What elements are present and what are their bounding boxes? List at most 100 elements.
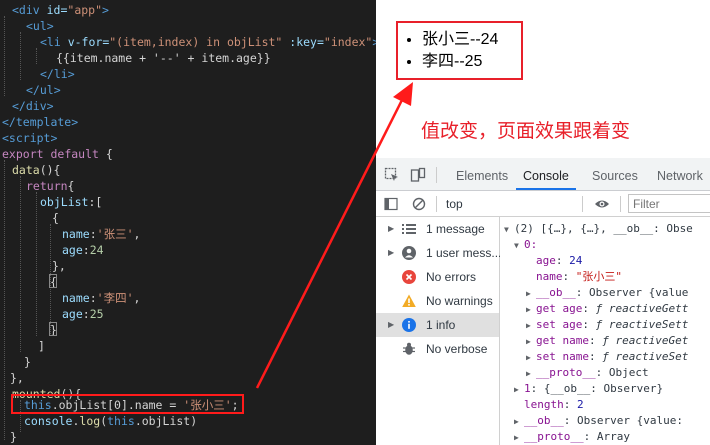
tab-console[interactable]: Console: [516, 158, 576, 190]
code-line-10: export default {: [2, 147, 113, 161]
code-line-15: name:'张三',: [62, 227, 141, 241]
expand-arrow-icon: ▶: [388, 248, 395, 257]
bug-icon: [403, 342, 415, 355]
code-line-9: <script>: [2, 131, 58, 145]
code-line-20: age:25: [62, 307, 104, 321]
sidebar-item-label: 1 info: [426, 318, 456, 332]
sidebar-item-user-messages[interactable]: ▶ 1 user mess...: [376, 241, 502, 265]
list-icon: [402, 224, 416, 234]
highlight-box: [11, 394, 244, 414]
console-line[interactable]: ▶ __ob__: Observer {value:: [514, 413, 683, 429]
indent-guide: [4, 16, 5, 96]
indent-guide: [36, 192, 37, 336]
console-sidebar: ▶ 1 message ▶ 1 user mess... No errors N…: [376, 217, 502, 445]
devtools-panel: Elements Console Sources Network top ▶: [376, 158, 710, 445]
device-toolbar-icon[interactable]: [410, 167, 426, 183]
list-item: 李四--25: [422, 51, 521, 73]
collapsed-arrow-icon[interactable]: ▶: [526, 286, 536, 302]
sidebar-item-info[interactable]: ▶ 1 info: [376, 313, 499, 337]
error-icon: [402, 270, 416, 284]
console-filterbar: top: [376, 191, 710, 217]
collapsed-arrow-icon[interactable]: ▶: [514, 382, 524, 398]
code-line-12: return{: [26, 179, 75, 193]
console-line[interactable]: ▶ set name: ƒ reactiveSet: [526, 349, 688, 365]
console-line[interactable]: ▶ __ob__: Observer {value: [526, 285, 688, 301]
code-line-24: },: [10, 371, 24, 385]
console-output[interactable]: ▼ (2) [{…}, {…}, __ob__: Obse ▼ 0: age: 24…: [500, 217, 710, 445]
warning-icon: [402, 294, 416, 307]
tab-network[interactable]: Network: [657, 158, 703, 190]
sidebar-item-label: 1 user mess...: [426, 246, 502, 260]
sidebar-item-messages[interactable]: ▶ 1 message: [376, 217, 499, 241]
inspect-element-icon[interactable]: [384, 167, 400, 183]
collapsed-arrow-icon[interactable]: ▶: [526, 366, 536, 382]
sidebar-item-label: 1 message: [426, 222, 485, 236]
info-icon: [402, 318, 416, 332]
code-line-28: }: [10, 430, 17, 444]
console-line: name: "张小三": [536, 270, 622, 283]
expand-arrow-icon: ▶: [388, 320, 395, 329]
toolbar-divider: [436, 167, 437, 183]
code-line-23: }: [24, 355, 31, 369]
tab-elements[interactable]: Elements: [456, 158, 508, 190]
code-line-4: {{item.name + '--' + item.age}}: [56, 51, 271, 65]
rendered-page: 张小三--24 李四--25 值改变，页面效果跟着变: [376, 0, 710, 158]
console-line[interactable]: ▶ __proto__: Array: [514, 429, 630, 445]
console-line[interactable]: ▶ set age: ƒ reactiveSett: [526, 317, 688, 333]
console-line[interactable]: ▶ __proto__: Object: [526, 365, 649, 381]
code-line-5: </li>: [40, 67, 75, 81]
devtools-tabbar: Elements Console Sources Network: [376, 158, 710, 191]
indent-guide: [20, 176, 21, 352]
list-item: 张小三--24: [422, 29, 521, 51]
code-line-17: },: [52, 259, 66, 273]
collapsed-arrow-icon[interactable]: ▶: [526, 318, 536, 334]
collapsed-arrow-icon[interactable]: ▶: [514, 430, 524, 445]
user-icon: [402, 246, 416, 260]
toolbar-divider: [582, 196, 583, 212]
collapsed-arrow-icon[interactable]: ▶: [526, 302, 536, 318]
code-editor[interactable]: <div id="app"> <ul> <li v-for="(item,ind…: [0, 0, 376, 445]
console-line[interactable]: ▼ 0:: [514, 237, 537, 253]
sidebar-toggle-icon[interactable]: [384, 197, 398, 211]
bracket-match-marker: [49, 322, 57, 336]
code-line-7: </div>: [12, 99, 54, 113]
sidebar-item-warnings[interactable]: No warnings: [376, 289, 499, 313]
console-line: age: 24: [536, 254, 583, 267]
rendered-list: 张小三--24 李四--25: [398, 23, 521, 73]
console-line[interactable]: ▶ 1: {__ob__: Observer}: [514, 381, 663, 397]
eye-icon[interactable]: [594, 197, 610, 211]
indent-guide: [20, 32, 21, 80]
expanded-arrow-icon[interactable]: ▼: [514, 238, 524, 254]
console-line[interactable]: ▶ get age: ƒ reactiveGett: [526, 301, 688, 317]
rendered-list-box: 张小三--24 李四--25: [396, 21, 523, 80]
sidebar-item-label: No warnings: [426, 294, 493, 308]
sidebar-item-label: No verbose: [426, 342, 488, 356]
bracket-match-marker: [49, 274, 57, 288]
toolbar-divider: [620, 196, 621, 212]
filter-input[interactable]: [628, 194, 710, 213]
code-line-27: console.log(this.objList): [24, 414, 198, 428]
code-line-3: <li v-for="(item,index) in objList" :key…: [40, 35, 376, 49]
code-line-13: objList:[: [40, 195, 103, 209]
indent-guide: [4, 160, 5, 440]
console-line[interactable]: ▼ (2) [{…}, {…}, __ob__: Obse: [504, 221, 693, 237]
sidebar-item-errors[interactable]: No errors: [376, 265, 499, 289]
collapsed-arrow-icon[interactable]: ▶: [526, 334, 536, 350]
clear-console-icon[interactable]: [412, 197, 426, 211]
code-line-19: name:'李四',: [62, 291, 141, 305]
expanded-arrow-icon[interactable]: ▼: [504, 222, 514, 238]
console-line[interactable]: ▶ get name: ƒ reactiveGet: [526, 333, 688, 349]
code-line-1: <div id="app">: [12, 3, 109, 17]
code-line-6: </ul>: [26, 83, 61, 97]
code-line-22: ]: [38, 339, 45, 353]
collapsed-arrow-icon[interactable]: ▶: [526, 350, 536, 366]
code-line-2: <ul>: [26, 19, 54, 33]
context-selector[interactable]: top: [446, 197, 463, 211]
sidebar-item-verbose[interactable]: No verbose: [376, 337, 499, 361]
tab-sources[interactable]: Sources: [592, 158, 638, 190]
console-line: length: 2: [524, 398, 584, 411]
code-line-14: {: [52, 211, 59, 225]
collapsed-arrow-icon[interactable]: ▶: [514, 414, 524, 430]
code-line-16: age:24: [62, 243, 104, 257]
expand-arrow-icon: ▶: [388, 224, 395, 233]
